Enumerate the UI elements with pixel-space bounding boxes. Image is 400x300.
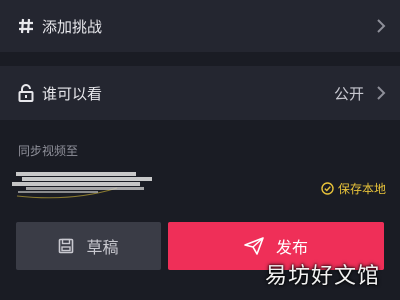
draft-label: 草稿	[86, 238, 119, 257]
chevron-right-icon	[374, 18, 388, 34]
who-can-see-row[interactable]: 谁可以看 公开	[0, 66, 400, 120]
sync-account-toggle[interactable]	[12, 166, 157, 200]
sync-to-title: 同步视频至	[18, 144, 79, 158]
unlock-icon	[16, 83, 36, 103]
add-challenge-label: 添加挑战	[42, 17, 103, 36]
watermark-text: 易坊好文馆	[264, 264, 380, 289]
check-circle-icon	[321, 182, 335, 196]
save-draft-icon	[58, 238, 74, 254]
chevron-right-icon	[374, 85, 388, 101]
send-icon	[244, 237, 264, 255]
hashtag-icon	[16, 16, 36, 36]
save-local-toggle[interactable]: 保存本地	[321, 180, 386, 197]
publish-label: 发布	[275, 238, 308, 257]
who-can-see-label: 谁可以看	[42, 84, 103, 103]
visibility-value: 公开	[333, 84, 364, 103]
save-local-label: 保存本地	[337, 182, 386, 196]
add-challenge-row[interactable]: 添加挑战	[0, 0, 400, 52]
draft-button[interactable]: 草稿	[16, 222, 161, 270]
